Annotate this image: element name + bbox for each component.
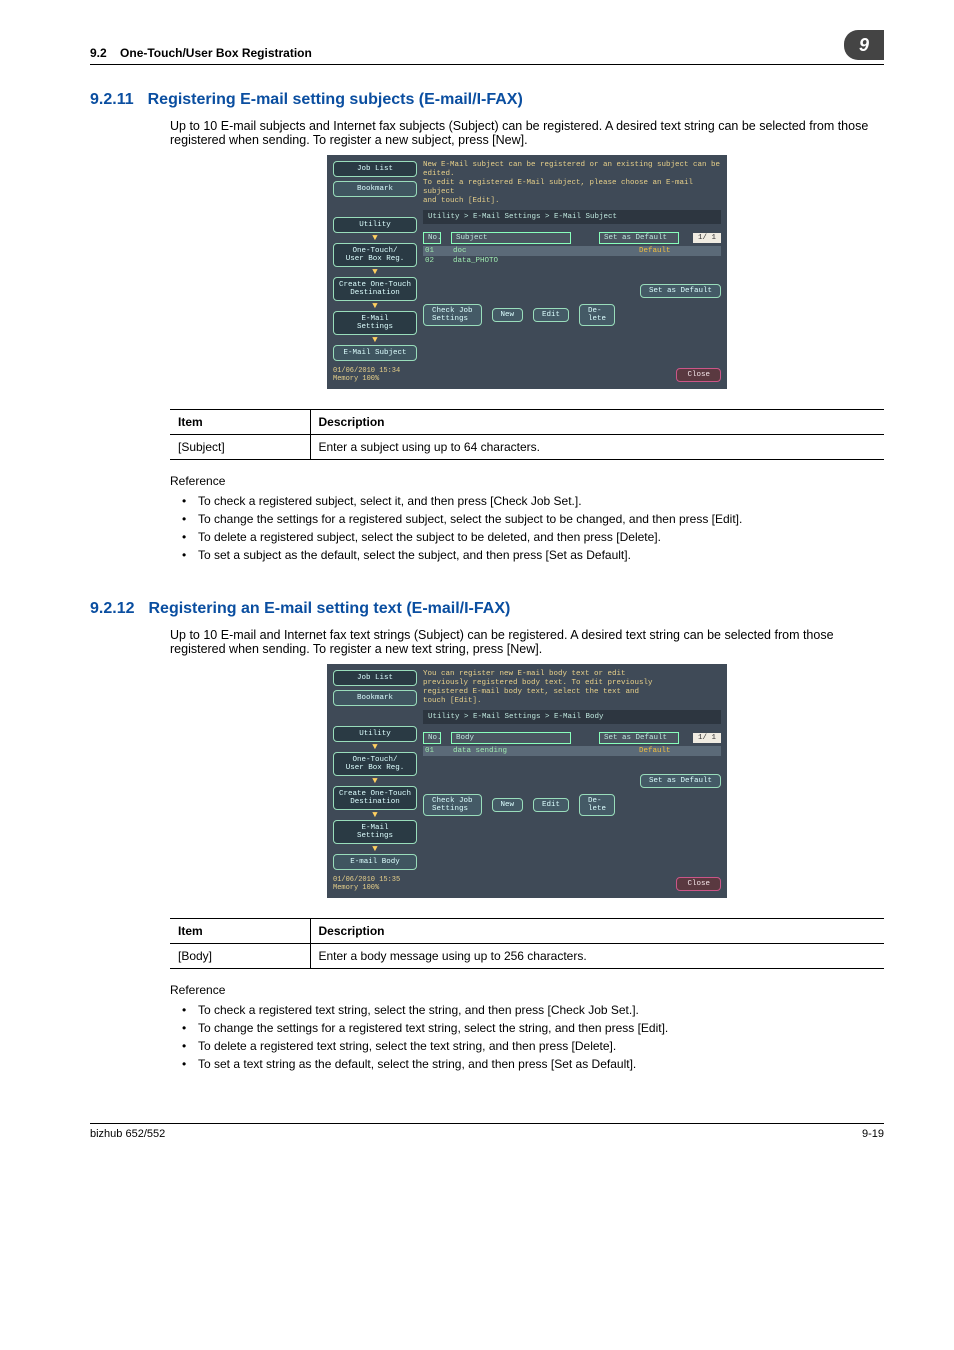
section-heading-9-2-12: 9.2.12 Registering an E-mail setting tex…	[90, 600, 884, 618]
arrow-down-icon: ▼	[333, 269, 417, 275]
page-footer: bizhub 652/552 9-19	[90, 1123, 884, 1140]
hint-text: New E-Mail subject can be registered or …	[423, 161, 721, 206]
delete-button[interactable]: De- lete	[579, 304, 615, 326]
footer-page: 9-19	[862, 1128, 884, 1140]
job-list-button[interactable]: Job List	[333, 161, 417, 177]
running-title: 9.2 One-Touch/User Box Registration	[90, 46, 312, 60]
sidebar-create-destination[interactable]: Create One-Touch Destination	[333, 786, 417, 810]
sidebar-utility[interactable]: Utility	[333, 726, 417, 742]
sidebar-email-settings[interactable]: E-Mail Settings	[333, 311, 417, 335]
reference-list: To check a registered text string, selec…	[170, 1001, 884, 1073]
page-counter: 1/ 1	[693, 733, 721, 743]
edit-button[interactable]: Edit	[533, 308, 569, 322]
hint-text: You can register new E-mail body text or…	[423, 670, 721, 706]
list-item: To check a registered text string, selec…	[170, 1001, 884, 1019]
job-list-button[interactable]: Job List	[333, 670, 417, 686]
section-number: 9.2.11	[90, 91, 134, 109]
intro-paragraph: Up to 10 E-mail subjects and Internet fa…	[170, 119, 884, 147]
check-job-settings-button[interactable]: Check Job Settings	[423, 304, 482, 326]
table-header-item: Item	[170, 410, 310, 435]
section-title: Registering an E-mail setting text (E-ma…	[148, 600, 510, 618]
list-item: To delete a registered text string, sele…	[170, 1037, 884, 1055]
sidebar-utility[interactable]: Utility	[333, 217, 417, 233]
sidebar-one-touch[interactable]: One-Touch/ User Box Reg.	[333, 752, 417, 776]
bookmark-button[interactable]: Bookmark	[333, 690, 417, 706]
table-cell-item: [Subject]	[170, 435, 310, 460]
list-item: To delete a registered subject, select t…	[170, 528, 884, 546]
section-number: 9.2.12	[90, 600, 134, 618]
list-row[interactable]: 01 data sending Default	[423, 746, 721, 756]
column-header-default: Set as Default	[599, 232, 679, 244]
status-info: 01/06/2010 15:35 Memory 100%	[333, 876, 400, 892]
table-header-item: Item	[170, 919, 310, 944]
list-item: To change the settings for a registered …	[170, 510, 884, 528]
column-header-body: Body	[451, 732, 571, 744]
table-cell-description: Enter a body message using up to 256 cha…	[310, 944, 884, 969]
close-button[interactable]: Close	[676, 877, 721, 891]
table-header-description: Description	[310, 410, 884, 435]
intro-paragraph: Up to 10 E-mail and Internet fax text st…	[170, 628, 884, 656]
reference-list: To check a registered subject, select it…	[170, 492, 884, 564]
definition-table: ItemDescription [Body]Enter a body messa…	[170, 918, 884, 969]
arrow-down-icon: ▼	[333, 812, 417, 818]
chapter-badge: 9	[844, 30, 884, 60]
table-cell-description: Enter a subject using up to 64 character…	[310, 435, 884, 460]
sidebar-email-subject[interactable]: E-Mail Subject	[333, 345, 417, 361]
definition-table: ItemDescription [Subject]Enter a subject…	[170, 409, 884, 460]
arrow-down-icon: ▼	[333, 846, 417, 852]
breadcrumb: Utility > E-Mail Settings > E-Mail Subje…	[423, 210, 721, 224]
arrow-down-icon: ▼	[333, 303, 417, 309]
bookmark-button[interactable]: Bookmark	[333, 181, 417, 197]
set-as-default-button[interactable]: Set as Default	[640, 284, 721, 298]
sidebar-email-body[interactable]: E-mail Body	[333, 854, 417, 870]
table-cell-item: [Body]	[170, 944, 310, 969]
new-button[interactable]: New	[492, 798, 524, 812]
reference-label: Reference	[170, 983, 884, 997]
status-info: 01/06/2010 15:34 Memory 100%	[333, 367, 400, 383]
list-row[interactable]: 01 doc Default	[423, 246, 721, 256]
section-title: Registering E-mail setting subjects (E-m…	[148, 91, 523, 109]
list-row[interactable]: 02 data_PHOTO	[423, 256, 721, 266]
footer-model: bizhub 652/552	[90, 1128, 165, 1140]
arrow-down-icon: ▼	[333, 744, 417, 750]
section-heading-9-2-11: 9.2.11 Registering E-mail setting subjec…	[90, 91, 884, 109]
delete-button[interactable]: De- lete	[579, 794, 615, 816]
list-item: To set a text string as the default, sel…	[170, 1055, 884, 1073]
new-button[interactable]: New	[492, 308, 524, 322]
column-header-default: Set as Default	[599, 732, 679, 744]
list-item: To set a subject as the default, select …	[170, 546, 884, 564]
screen-email-body: Job List Bookmark Utility ▼ One-Touch/ U…	[327, 664, 727, 898]
column-header-subject: Subject	[451, 232, 571, 244]
edit-button[interactable]: Edit	[533, 798, 569, 812]
close-button[interactable]: Close	[676, 368, 721, 382]
set-as-default-button[interactable]: Set as Default	[640, 774, 721, 788]
table-header-description: Description	[310, 919, 884, 944]
column-header-no: No.	[423, 732, 441, 744]
arrow-down-icon: ▼	[333, 337, 417, 343]
list-item: To check a registered subject, select it…	[170, 492, 884, 510]
sidebar-create-destination[interactable]: Create One-Touch Destination	[333, 277, 417, 301]
arrow-down-icon: ▼	[333, 778, 417, 784]
sidebar-email-settings[interactable]: E-Mail Settings	[333, 820, 417, 844]
breadcrumb: Utility > E-Mail Settings > E-Mail Body	[423, 710, 721, 724]
running-header: 9.2 One-Touch/User Box Registration 9	[90, 30, 884, 65]
sidebar-one-touch[interactable]: One-Touch/ User Box Reg.	[333, 243, 417, 267]
reference-label: Reference	[170, 474, 884, 488]
check-job-settings-button[interactable]: Check Job Settings	[423, 794, 482, 816]
arrow-down-icon: ▼	[333, 235, 417, 241]
page-counter: 1/ 1	[693, 233, 721, 243]
list-item: To change the settings for a registered …	[170, 1019, 884, 1037]
column-header-no: No.	[423, 232, 441, 244]
screen-email-subject: Job List Bookmark Utility ▼ One-Touch/ U…	[327, 155, 727, 389]
